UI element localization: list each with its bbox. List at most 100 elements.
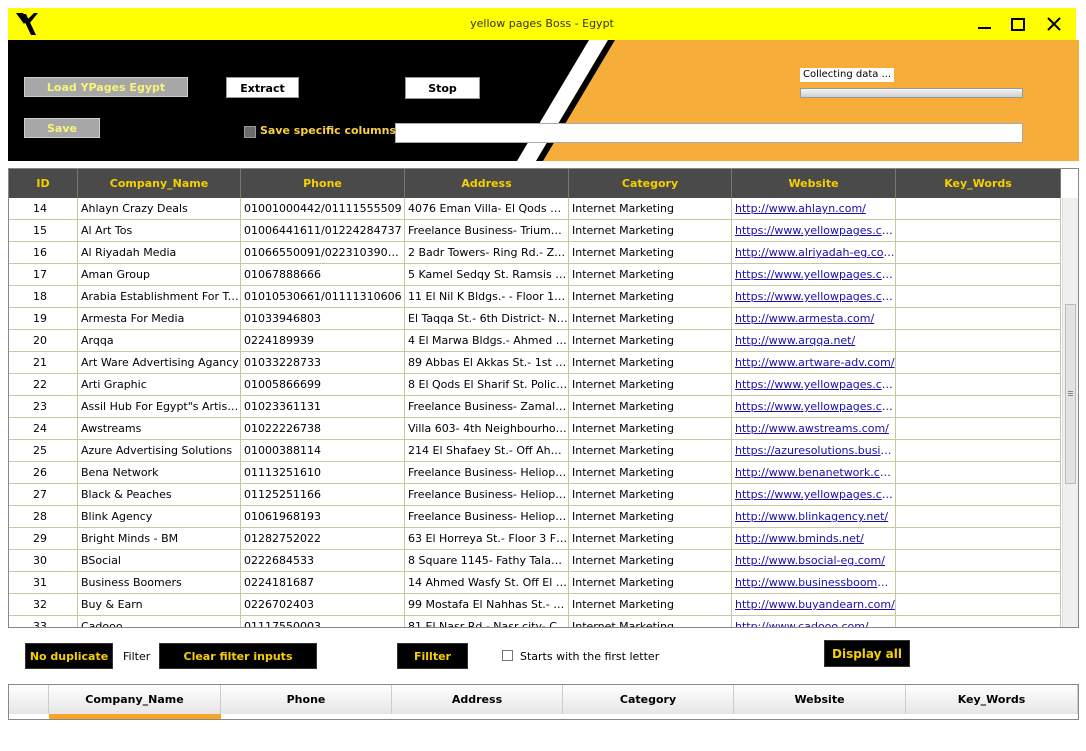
stop-button[interactable]: Stop bbox=[405, 77, 480, 99]
filter-grid[interactable]: Company_Name Phone Address Category Website K… bbox=[8, 684, 1079, 720]
specific-columns-input[interactable] bbox=[395, 123, 1023, 143]
cell-company-name: Blink Agency bbox=[78, 506, 241, 527]
load-ypages-button[interactable]: Load YPages Egypt bbox=[24, 77, 188, 97]
progress-bar bbox=[800, 88, 1023, 98]
cell-key-words bbox=[896, 440, 1061, 461]
starts-with-first-letter-checkbox[interactable] bbox=[502, 650, 513, 661]
cell-website[interactable]: https://www.yellowpages.co... bbox=[732, 264, 896, 285]
scrollbar-thumb[interactable] bbox=[1065, 304, 1076, 484]
cell-website[interactable]: http://www.benanetwork.com/ bbox=[732, 462, 896, 483]
column-header-key-words[interactable]: Key_Words bbox=[896, 169, 1061, 198]
cell-key-words bbox=[896, 396, 1061, 417]
cell-website[interactable]: http://www.blinkagency.net/ bbox=[732, 506, 896, 527]
table-row[interactable]: 16 Al Riyadah Media 01066550091/0223103908… bbox=[9, 242, 1061, 264]
cell-key-words bbox=[896, 484, 1061, 505]
filter-column-header-address[interactable]: Address bbox=[392, 685, 563, 714]
cell-website[interactable]: http://www.awstreams.com/ bbox=[732, 418, 896, 439]
cell-id: 29 bbox=[9, 528, 78, 549]
column-header-address[interactable]: Address bbox=[405, 169, 569, 198]
window-title: yellow pages Boss - Egypt bbox=[470, 17, 614, 30]
extract-button[interactable]: Extract bbox=[226, 77, 299, 98]
cell-website[interactable]: https://www.yellowpages.co... bbox=[732, 374, 896, 395]
minimize-icon[interactable] bbox=[970, 12, 998, 36]
column-header-id[interactable]: ID bbox=[9, 169, 78, 198]
filter-grid-selected-cell[interactable] bbox=[49, 714, 221, 719]
cell-website[interactable]: http://www.bminds.net/ bbox=[732, 528, 896, 549]
table-row[interactable]: 19 Armesta For Media 01033946803 El Taqqa S… bbox=[9, 308, 1061, 330]
table-row[interactable]: 24 Awstreams 01022226738 Villa 603- 4th Nei… bbox=[9, 418, 1061, 440]
results-grid[interactable]: ID Company_Name Phone Address Category Websit… bbox=[8, 168, 1079, 628]
table-row[interactable]: 26 Bena Network 01113251610 Freelance Busin… bbox=[9, 462, 1061, 484]
cell-website[interactable]: http://www.buyandearn.com/ bbox=[732, 594, 896, 615]
column-header-company-name[interactable]: Company_Name bbox=[78, 169, 241, 198]
column-header-category[interactable]: Category bbox=[569, 169, 732, 198]
filter-grid-corner bbox=[9, 685, 49, 714]
table-row[interactable]: 18 Arabia Establishment For Tra... 0101053… bbox=[9, 286, 1061, 308]
cell-category: Internet Marketing bbox=[569, 550, 732, 571]
cell-website[interactable]: http://www.cadooo.com/ bbox=[732, 616, 896, 627]
cell-phone: 01005866699 bbox=[241, 374, 405, 395]
cell-id: 17 bbox=[9, 264, 78, 285]
cell-phone: 01117550003 bbox=[241, 616, 405, 627]
cell-address: Freelance Business- Heliopolis... bbox=[405, 506, 569, 527]
fillter-button[interactable]: Fillter bbox=[397, 643, 468, 669]
cell-id: 32 bbox=[9, 594, 78, 615]
table-row[interactable]: 22 Arti Graphic 01005866699 8 El Qods El Sh… bbox=[9, 374, 1061, 396]
cell-website[interactable]: https://azuresolutions.busine... bbox=[732, 440, 896, 461]
cell-website[interactable]: https://www.yellowpages.co... bbox=[732, 484, 896, 505]
cell-key-words bbox=[896, 264, 1061, 285]
cell-key-words bbox=[896, 418, 1061, 439]
cell-id: 30 bbox=[9, 550, 78, 571]
maximize-icon[interactable] bbox=[1004, 12, 1032, 36]
cell-website[interactable]: http://www.alriyadah-eg.com/ bbox=[732, 242, 896, 263]
filter-column-header-key-words[interactable]: Key_Words bbox=[906, 685, 1078, 714]
table-row[interactable]: 20 Arqqa 0224189939 4 El Marwa Bldgs.- Ahme… bbox=[9, 330, 1061, 352]
table-row[interactable]: 30 BSocial 0222684533 8 Square 1145- Fathy … bbox=[9, 550, 1061, 572]
cell-website[interactable]: http://www.ahlayn.com/ bbox=[732, 198, 896, 219]
filter-column-header-company-name[interactable]: Company_Name bbox=[49, 685, 221, 714]
cell-website[interactable]: http://www.bsocial-eg.com/ bbox=[732, 550, 896, 571]
column-header-phone[interactable]: Phone bbox=[241, 169, 405, 198]
no-duplicate-button[interactable]: No duplicate bbox=[25, 643, 113, 669]
table-row[interactable]: 15 Al Art Tos 01006441611/01224284737 Freel… bbox=[9, 220, 1061, 242]
cell-id: 28 bbox=[9, 506, 78, 527]
cell-id: 22 bbox=[9, 374, 78, 395]
filter-column-header-phone[interactable]: Phone bbox=[221, 685, 392, 714]
app-window: yellow pages Boss - Egypt Load YPages Eg… bbox=[0, 0, 1086, 751]
cell-id: 24 bbox=[9, 418, 78, 439]
table-row[interactable]: 21 Art Ware Advertising Agancy 01033228733… bbox=[9, 352, 1061, 374]
cell-website[interactable]: https://www.yellowpages.co... bbox=[732, 286, 896, 307]
cell-website[interactable]: http://www.businessboomer... bbox=[732, 572, 896, 593]
display-all-button[interactable]: Display all bbox=[824, 640, 910, 667]
table-row[interactable]: 29 Bright Minds - BM 01282752022 63 El Horr… bbox=[9, 528, 1061, 550]
cell-website[interactable]: http://www.armesta.com/ bbox=[732, 308, 896, 329]
cell-address: 14 Ahmed Wasfy St. Off El Th... bbox=[405, 572, 569, 593]
cell-id: 20 bbox=[9, 330, 78, 351]
cell-category: Internet Marketing bbox=[569, 264, 732, 285]
table-row[interactable]: 14 Ahlayn Crazy Deals 01001000442/01111555… bbox=[9, 198, 1061, 220]
cell-key-words bbox=[896, 352, 1061, 373]
table-row[interactable]: 27 Black & Peaches 01125251166 Freelance Bu… bbox=[9, 484, 1061, 506]
table-row[interactable]: 31 Business Boomers 0224181687 14 Ahmed Was… bbox=[9, 572, 1061, 594]
cell-website[interactable]: https://www.yellowpages.co... bbox=[732, 396, 896, 417]
table-row[interactable]: 23 Assil Hub For Egypt"s Artists ... 01023… bbox=[9, 396, 1061, 418]
filter-column-header-website[interactable]: Website bbox=[734, 685, 906, 714]
cell-website[interactable]: http://www.arqqa.net/ bbox=[732, 330, 896, 351]
vertical-scrollbar[interactable] bbox=[1062, 198, 1078, 627]
cell-category: Internet Marketing bbox=[569, 484, 732, 505]
cell-website[interactable]: https://www.yellowpages.co... bbox=[732, 220, 896, 241]
column-header-website[interactable]: Website bbox=[732, 169, 896, 198]
save-specific-columns-checkbox[interactable] bbox=[244, 126, 256, 138]
save-button[interactable]: Save bbox=[24, 118, 100, 138]
close-icon[interactable] bbox=[1040, 12, 1068, 36]
table-row[interactable]: 25 Azure Advertising Solutions 01000388114… bbox=[9, 440, 1061, 462]
table-row[interactable]: 28 Blink Agency 01061968193 Freelance Busin… bbox=[9, 506, 1061, 528]
cell-website[interactable]: http://www.artware-adv.com/ bbox=[732, 352, 896, 373]
table-row[interactable]: 33 Cadooo 01117550003 81 El Nasr Rd.- Nasr … bbox=[9, 616, 1061, 627]
table-row[interactable]: 17 Aman Group 01067888666 5 Kamel Sedqy St.… bbox=[9, 264, 1061, 286]
filter-column-header-category[interactable]: Category bbox=[563, 685, 734, 714]
cell-category: Internet Marketing bbox=[569, 374, 732, 395]
clear-filter-inputs-button[interactable]: Clear filter inputs bbox=[159, 643, 317, 669]
cell-company-name: Arabia Establishment For Tra... bbox=[78, 286, 241, 307]
table-row[interactable]: 32 Buy & Earn 0226702403 99 Mostafa El Nahh… bbox=[9, 594, 1061, 616]
